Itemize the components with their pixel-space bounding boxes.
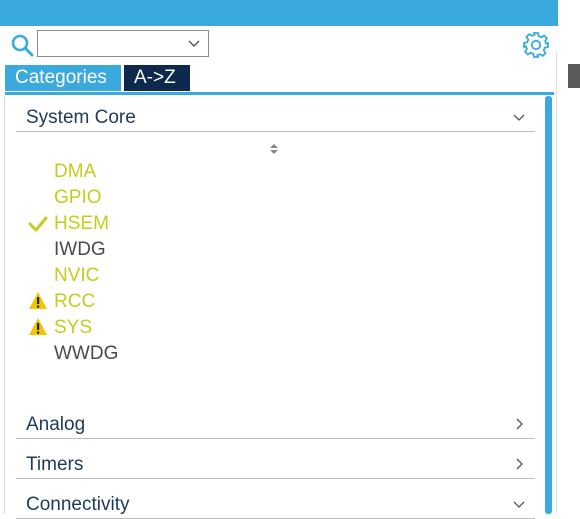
tab-bar: Categories A->Z xyxy=(5,65,190,91)
tab-underline xyxy=(5,92,554,95)
check-icon xyxy=(28,216,48,232)
list-item-iwdg[interactable]: IWDG xyxy=(54,237,106,263)
search-text[interactable] xyxy=(40,33,184,56)
section-title: Connectivity xyxy=(26,494,130,515)
splitter-handle[interactable] xyxy=(568,64,580,88)
chevron-down-icon[interactable] xyxy=(188,37,200,49)
section-analog[interactable]: Analog xyxy=(16,410,535,439)
section-title: Timers xyxy=(26,454,84,475)
search-input[interactable] xyxy=(37,30,209,57)
chevron-down-icon[interactable] xyxy=(513,111,525,123)
top-bar xyxy=(0,0,558,26)
list-item-gpio[interactable]: GPIO xyxy=(54,185,102,211)
list-item-sys[interactable]: SYS xyxy=(54,315,92,341)
chevron-right-icon[interactable] xyxy=(513,418,525,430)
scrollbar[interactable] xyxy=(545,96,552,514)
list-item-rcc[interactable]: RCC xyxy=(54,289,95,315)
sort-icon[interactable] xyxy=(269,143,279,155)
section-timers[interactable]: Timers xyxy=(16,450,535,479)
list-item-dma[interactable]: DMA xyxy=(54,159,96,185)
list-item-wwdg[interactable]: WWDG xyxy=(54,341,118,367)
list-item-hsem[interactable]: HSEM xyxy=(54,211,109,237)
gear-icon[interactable] xyxy=(522,31,550,59)
tab-a-to-z[interactable]: A->Z xyxy=(124,65,190,91)
tab-categories[interactable]: Categories xyxy=(5,65,121,91)
warning-icon xyxy=(29,318,47,335)
search-icon[interactable] xyxy=(10,33,36,57)
warning-icon xyxy=(29,292,47,309)
divider xyxy=(556,52,557,514)
list-item-nvic[interactable]: NVIC xyxy=(54,263,99,289)
chevron-down-icon[interactable] xyxy=(513,498,525,510)
section-connectivity[interactable]: Connectivity xyxy=(16,490,535,519)
section-title: System Core xyxy=(26,107,136,128)
section-title: Analog xyxy=(26,414,86,435)
section-system-core[interactable]: System Core xyxy=(16,103,535,132)
right-panel-edge xyxy=(556,26,580,514)
panel-border xyxy=(4,95,5,514)
chevron-right-icon[interactable] xyxy=(513,458,525,470)
